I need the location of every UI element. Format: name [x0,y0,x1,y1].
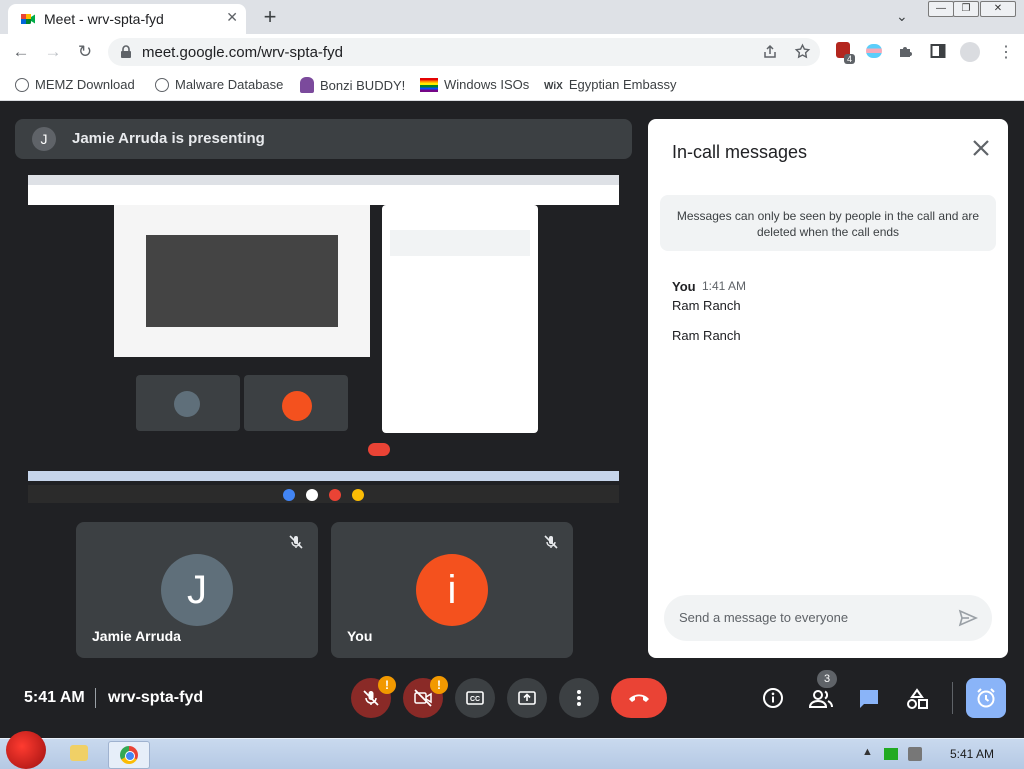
bookmark-egyptian-embassy[interactable]: WiX Egyptian Embassy [544,77,676,92]
captions-button[interactable]: CC [455,678,495,718]
participant-avatar: J [161,554,233,626]
bookmark-memz[interactable]: MEMZ Download [15,77,135,92]
message-sender: You [672,279,696,294]
participant-name: Jamie Arruda [92,628,181,644]
participant-avatar: i [416,554,488,626]
bookmark-bonzi[interactable]: Bonzi BUDDY! [300,77,405,93]
wix-icon: WiX [544,81,563,92]
tray-battery-icon[interactable] [884,748,898,760]
presenter-avatar: J [32,127,56,151]
presenting-banner: J Jamie Arruda is presenting [15,119,632,159]
activities-icon [907,688,928,709]
start-button-angry-bird-icon[interactable] [6,731,46,769]
folder-icon[interactable] [70,745,88,761]
meet-icon [21,14,35,24]
bookmark-windows-isos[interactable]: Windows ISOs [420,77,529,92]
bonzi-icon [300,77,314,93]
meeting-time: 5:41 AM [24,689,85,706]
mic-off-icon [363,690,379,706]
present-screen-button[interactable] [507,678,547,718]
mic-toggle-button[interactable]: ! [351,676,396,718]
bookmarks-bar: MEMZ Download Malware Database Bonzi BUD… [0,70,1024,101]
leave-call-button[interactable] [611,678,667,718]
globe-icon [15,78,29,92]
taskbar: ▲ 5:41 AM [0,731,1024,769]
host-controls-button[interactable] [966,678,1006,718]
forward-button[interactable]: → [42,42,64,62]
hangup-icon [629,694,649,702]
tab-meet[interactable]: Meet - wrv-spta-fyd ✕ [8,4,246,34]
back-button[interactable]: ← [10,42,32,62]
message-time: 1:41 AM [702,279,747,293]
more-options-button[interactable] [559,678,599,718]
chat-message: Ram Ranch [672,298,741,313]
shared-screen [28,175,619,503]
share-icon[interactable] [762,44,778,60]
bookmark-malware-db[interactable]: Malware Database [155,77,283,92]
participant-tile-jamie[interactable]: J Jamie Arruda [76,522,318,658]
close-tab-icon[interactable]: ✕ [226,9,238,26]
address-bar[interactable]: meet.google.com/wrv-spta-fyd [108,38,820,66]
present-icon [518,691,536,705]
camera-off-icon [414,689,432,707]
meeting-code: wrv-spta-fyd [108,689,204,706]
alarm-icon [977,688,995,708]
tab-title: Meet - wrv-spta-fyd [44,11,164,27]
close-window-button[interactable]: ✕ [980,1,1016,17]
rainbow-flag-icon [420,78,438,92]
chat-input-placeholder: Send a message to everyone [679,610,849,625]
extension-badge: 4 [844,54,856,64]
captions-icon: CC [466,691,484,705]
warning-badge: ! [430,676,448,694]
camera-toggle-button[interactable]: ! [403,676,448,718]
warning-badge: ! [378,676,396,694]
mic-off-icon [544,535,558,549]
lock-icon [121,45,131,58]
globe-icon [155,78,169,92]
tray-volume-muted-icon[interactable] [908,747,922,761]
svg-text:CC: CC [470,696,480,703]
restore-button[interactable]: ❐ [953,1,979,17]
send-icon[interactable] [958,608,978,628]
tab-strip: Meet - wrv-spta-fyd ✕ + ⌄ — ❐ ✕ [0,0,1024,34]
participant-name: You [347,628,373,644]
more-menu-icon[interactable]: ⋮ [998,42,1014,62]
side-panel-icon[interactable] [930,43,946,59]
people-count-badge: 3 [817,670,837,688]
info-icon [763,688,783,708]
participant-tile-you[interactable]: i You [331,522,573,658]
more-vert-icon [577,690,581,706]
reload-button[interactable]: ↻ [74,42,96,62]
presenting-text: Jamie Arruda is presenting [72,130,265,147]
chat-icon [860,690,878,708]
bookmark-star-icon[interactable] [794,43,811,60]
flag-extension-icon[interactable] [866,44,882,58]
meeting-details-button[interactable] [757,680,789,716]
chat-message: Ram Ranch [672,328,741,343]
taskbar-chrome[interactable] [108,741,150,769]
url-text: meet.google.com/wrv-spta-fyd [142,44,343,61]
close-icon[interactable] [972,139,990,157]
extensions-puzzle-icon[interactable] [898,43,914,59]
chat-notice: Messages can only be seen by people in t… [660,195,996,251]
chat-button[interactable] [853,680,885,716]
chat-input[interactable]: Send a message to everyone [664,595,992,641]
taskbar-clock[interactable]: 5:41 AM [950,747,994,761]
chat-panel: In-call messages Messages can only be se… [648,119,1008,658]
profile-avatar[interactable] [960,42,980,62]
tray-expand-icon[interactable]: ▲ [862,746,873,758]
people-icon [809,690,833,708]
browser-toolbar: ← → ↻ meet.google.com/wrv-spta-fyd 4 ⋮ [0,34,1024,70]
mic-off-icon [289,535,303,549]
divider [95,688,96,708]
chat-title: In-call messages [672,142,808,162]
divider [952,682,953,714]
chrome-icon-center [125,751,135,761]
activities-button[interactable] [901,680,933,716]
minimize-button[interactable]: — [928,1,954,17]
new-tab-button[interactable]: + [258,4,282,30]
tab-search-chevron-icon[interactable]: ⌄ [896,8,908,25]
